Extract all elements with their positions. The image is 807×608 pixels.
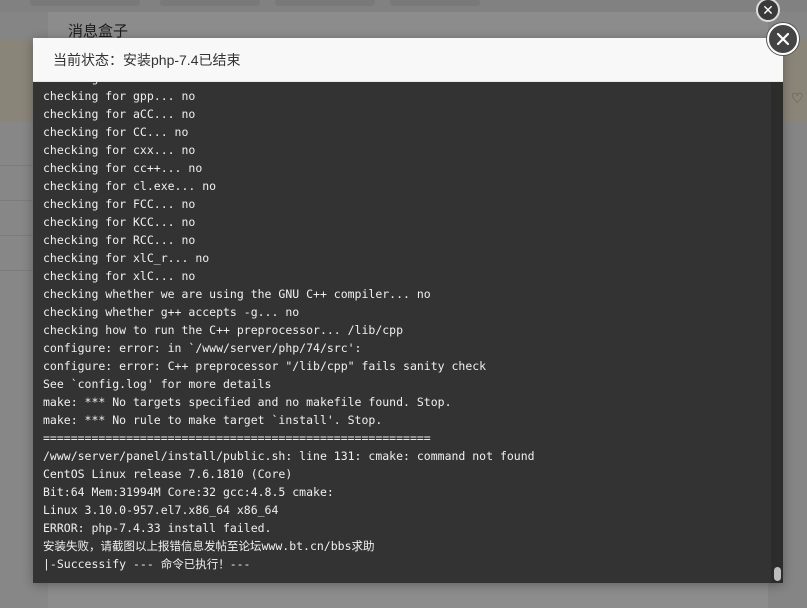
console-output[interactable]: checking for c++... nochecking for gpp..… — [33, 82, 783, 583]
console-scrollbar[interactable] — [771, 82, 783, 583]
console-line: checking for KCC... no — [43, 215, 196, 229]
console-line: checking for xlC_r... no — [43, 251, 210, 265]
console-line: checking whether we are using the GNU C+… — [43, 287, 431, 301]
console-line: checking whether g++ accepts -g... no — [43, 305, 300, 319]
console-line: 安装失败，请截图以上报错信息发帖至论坛www.bt.cn/bbs求助 — [43, 539, 375, 553]
console-line: checking for RCC... no — [43, 233, 196, 247]
status-label: 当前状态： — [53, 51, 123, 68]
console-line: Bit:64 Mem:31994M Core:32 gcc:4.8.5 cmak… — [43, 485, 334, 499]
dialog-header: 当前状态： 安装php-7.4已结束 — [33, 38, 783, 82]
console-line: |-Successify --- 命令已执行！--- — [43, 557, 251, 571]
console-line: checking for CC... no — [43, 125, 189, 139]
console-line: checking for cxx... no — [43, 143, 196, 157]
console-line: See `config.log' for more details — [43, 377, 272, 391]
close-icon: ✕ — [762, 2, 774, 18]
console-line: Linux 3.10.0-957.el7.x86_64 x86_64 — [43, 503, 279, 517]
console-line: checking for aCC... no — [43, 107, 196, 121]
console-line: checking for cc++... no — [43, 161, 203, 175]
console-line: make: *** No rule to make target `instal… — [43, 413, 383, 427]
console-line: /www/server/panel/install/public.sh: lin… — [43, 449, 535, 463]
console-line: checking for cl.exe... no — [43, 179, 217, 193]
console-line: ERROR: php-7.4.33 install failed. — [43, 521, 272, 535]
install-status-dialog: 当前状态： 安装php-7.4已结束 checking for c++... n… — [33, 38, 783, 583]
close-icon — [776, 32, 790, 46]
console-line: configure: error: C++ preprocessor "/lib… — [43, 359, 487, 373]
console-line: ========================================… — [43, 431, 431, 445]
console-line: checking for gpp... no — [43, 89, 196, 103]
console-lines: checking for c++... nochecking for gpp..… — [43, 82, 765, 573]
scrollbar-thumb[interactable] — [774, 567, 781, 581]
console-line: checking for xlC... no — [43, 269, 196, 283]
console-line: make: *** No targets specified and no ma… — [43, 395, 452, 409]
status-value: 安装php-7.4已结束 — [123, 51, 241, 68]
console-line: CentOS Linux release 7.6.1810 (Core) — [43, 467, 293, 481]
close-button[interactable] — [767, 23, 799, 55]
console-line: checking for FCC... no — [43, 197, 196, 211]
console-line: configure: error: in `/www/server/php/74… — [43, 341, 362, 355]
console-line: checking how to run the C++ preprocessor… — [43, 323, 404, 337]
